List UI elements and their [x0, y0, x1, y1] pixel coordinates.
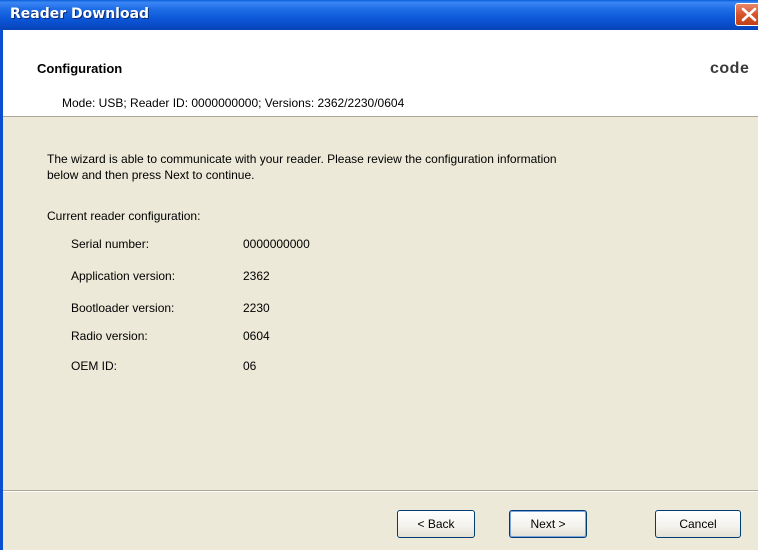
- config-value: 0000000000: [243, 237, 310, 251]
- intro-line-2: below and then press Next to continue.: [47, 168, 255, 182]
- config-value: 2362: [243, 269, 270, 283]
- brand-logo: code: [710, 60, 750, 77]
- config-heading: Current reader configuration:: [47, 209, 201, 223]
- close-x-icon: [741, 7, 757, 22]
- mode-status-line: Mode: USB; Reader ID: 0000000000; Versio…: [62, 96, 405, 110]
- back-button[interactable]: < Back: [397, 510, 475, 538]
- config-value: 0604: [243, 329, 270, 343]
- config-label: Bootloader version:: [71, 301, 175, 315]
- config-value: 06: [243, 359, 257, 373]
- next-button[interactable]: Next >: [509, 510, 587, 538]
- config-label: OEM ID:: [71, 359, 118, 373]
- intro-text: The wizard is able to communicate with y…: [47, 151, 707, 183]
- title-bar[interactable]: Reader Download: [0, 0, 758, 30]
- dialog-window: Reader Download Configuration code Mode:…: [0, 0, 758, 550]
- config-label: Serial number:: [71, 237, 150, 251]
- cancel-button[interactable]: Cancel: [655, 510, 741, 538]
- intro-line-1: The wizard is able to communicate with y…: [47, 152, 557, 166]
- wizard-header: Configuration code Mode: USB; Reader ID:…: [3, 30, 758, 117]
- config-value: 2230: [243, 301, 270, 315]
- button-area-separator: [3, 490, 758, 492]
- page-title: Configuration: [37, 61, 123, 76]
- window-title: Reader Download: [10, 6, 150, 22]
- config-label: Radio version:: [71, 329, 148, 343]
- config-label: Application version:: [71, 269, 176, 283]
- close-button[interactable]: [735, 3, 758, 26]
